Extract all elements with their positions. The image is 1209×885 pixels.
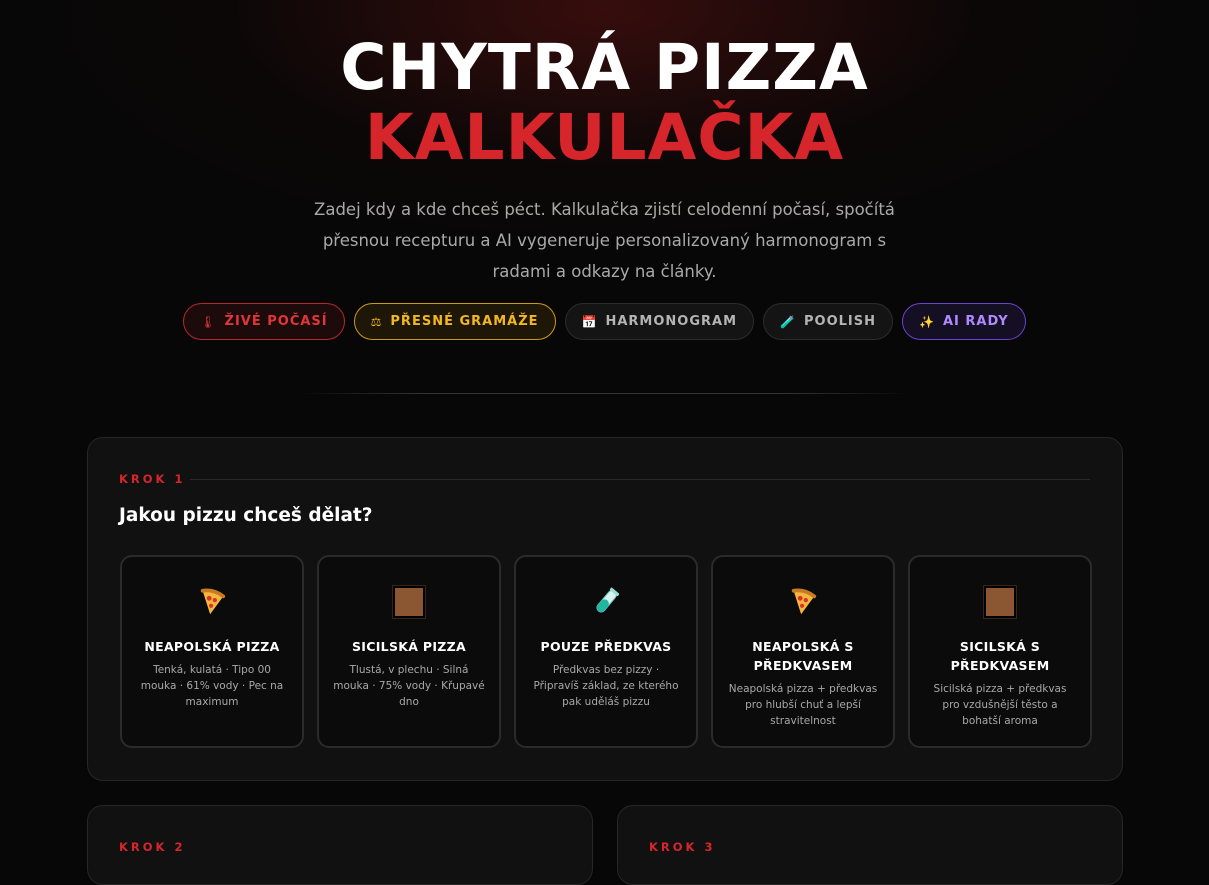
test-tube-icon [516,584,696,620]
option-desc: Předkvas bez pizzy · Připravíš základ, z… [533,664,679,708]
tag-label: POOLISH [804,314,876,329]
tag-live-weather: 🌡 ŽIVÉ POČASÍ [183,303,345,340]
page-title-line2: KALKULAČKA [364,101,845,174]
sparkles-icon: ✨ [919,314,935,329]
square-pan-icon [319,584,499,620]
option-desc: Neapolská pizza + předkvas pro hlubší ch… [728,683,878,727]
option-title: POUZE PŘEDKVAS [540,639,672,654]
tag-poolish: 🧪 POOLISH [763,303,893,340]
hero-divider [300,393,909,394]
option-title: SICILSKÁ PIZZA [352,639,466,654]
step1-question: Jakou pizzu chceš dělat? [119,505,373,526]
step1-label: KROK 1 [119,472,186,486]
option-title: NEAPOLSKÁ PIZZA [144,639,280,654]
option-sicilian[interactable]: SICILSKÁ PIZZA Tlustá, v plechu · Silná … [317,555,501,748]
tag-precise-weights: ⚖ PŘESNÉ GRAMÁŽE [353,303,556,340]
thermometer-icon: 🌡 [200,314,217,329]
step3-label: KROK 3 [649,840,716,854]
option-neapolitan-preferment[interactable]: NEAPOLSKÁ S PŘEDKVASEM Neapolská pizza +… [711,555,895,748]
step1-divider [190,479,1090,480]
square-pan-icon [910,584,1090,620]
tag-label: AI RADY [942,314,1009,329]
tag-label: HARMONOGRAM [605,314,738,329]
pizza-type-options: NEAPOLSKÁ PIZZA Tenká, kulatá · Tipo 00 … [120,555,1092,748]
pizza-slice-icon [122,584,302,620]
option-desc: Sicilská pizza + předkvas pro vzdušnější… [933,683,1067,727]
option-sicilian-preferment[interactable]: SICILSKÁ S PŘEDKVASEM Sicilská pizza + p… [908,555,1092,748]
step1-card: KROK 1 Jakou pizzu chceš dělat? NEAPOLSK… [87,437,1123,781]
option-preferment-only[interactable]: POUZE PŘEDKVAS Předkvas bez pizzy · Přip… [514,555,698,748]
scale-icon: ⚖ [370,314,383,329]
calendar-icon: 📅 [581,314,598,329]
test-tube-icon: 🧪 [780,314,796,329]
feature-tags: 🌡 ŽIVÉ POČASÍ ⚖ PŘESNÉ GRAMÁŽE 📅 HARMONO… [0,303,1209,340]
page-subtitle: Zadej kdy a kde chceš péct. Kalkulačka z… [314,200,895,281]
step2-label: KROK 2 [119,840,186,854]
tag-label: PŘESNÉ GRAMÁŽE [390,314,539,329]
pizza-slice-icon [713,584,893,620]
option-neapolitan[interactable]: NEAPOLSKÁ PIZZA Tenká, kulatá · Tipo 00 … [120,555,304,748]
tag-ai-tips: ✨ AI RADY [902,303,1026,340]
step2-card: KROK 2 [87,805,593,885]
tag-label: ŽIVÉ POČASÍ [224,314,328,329]
step3-card: KROK 3 [617,805,1123,885]
option-title: NEAPOLSKÁ S PŘEDKVASEM [752,639,854,673]
option-desc: Tlustá, v plechu · Silná mouka · 75% vod… [333,664,485,708]
page-title-line1: CHYTRÁ PIZZA [340,31,869,104]
option-title: SICILSKÁ S PŘEDKVASEM [950,639,1050,673]
tag-schedule: 📅 HARMONOGRAM [564,303,755,340]
option-desc: Tenká, kulatá · Tipo 00 mouka · 61% vody… [140,664,284,708]
